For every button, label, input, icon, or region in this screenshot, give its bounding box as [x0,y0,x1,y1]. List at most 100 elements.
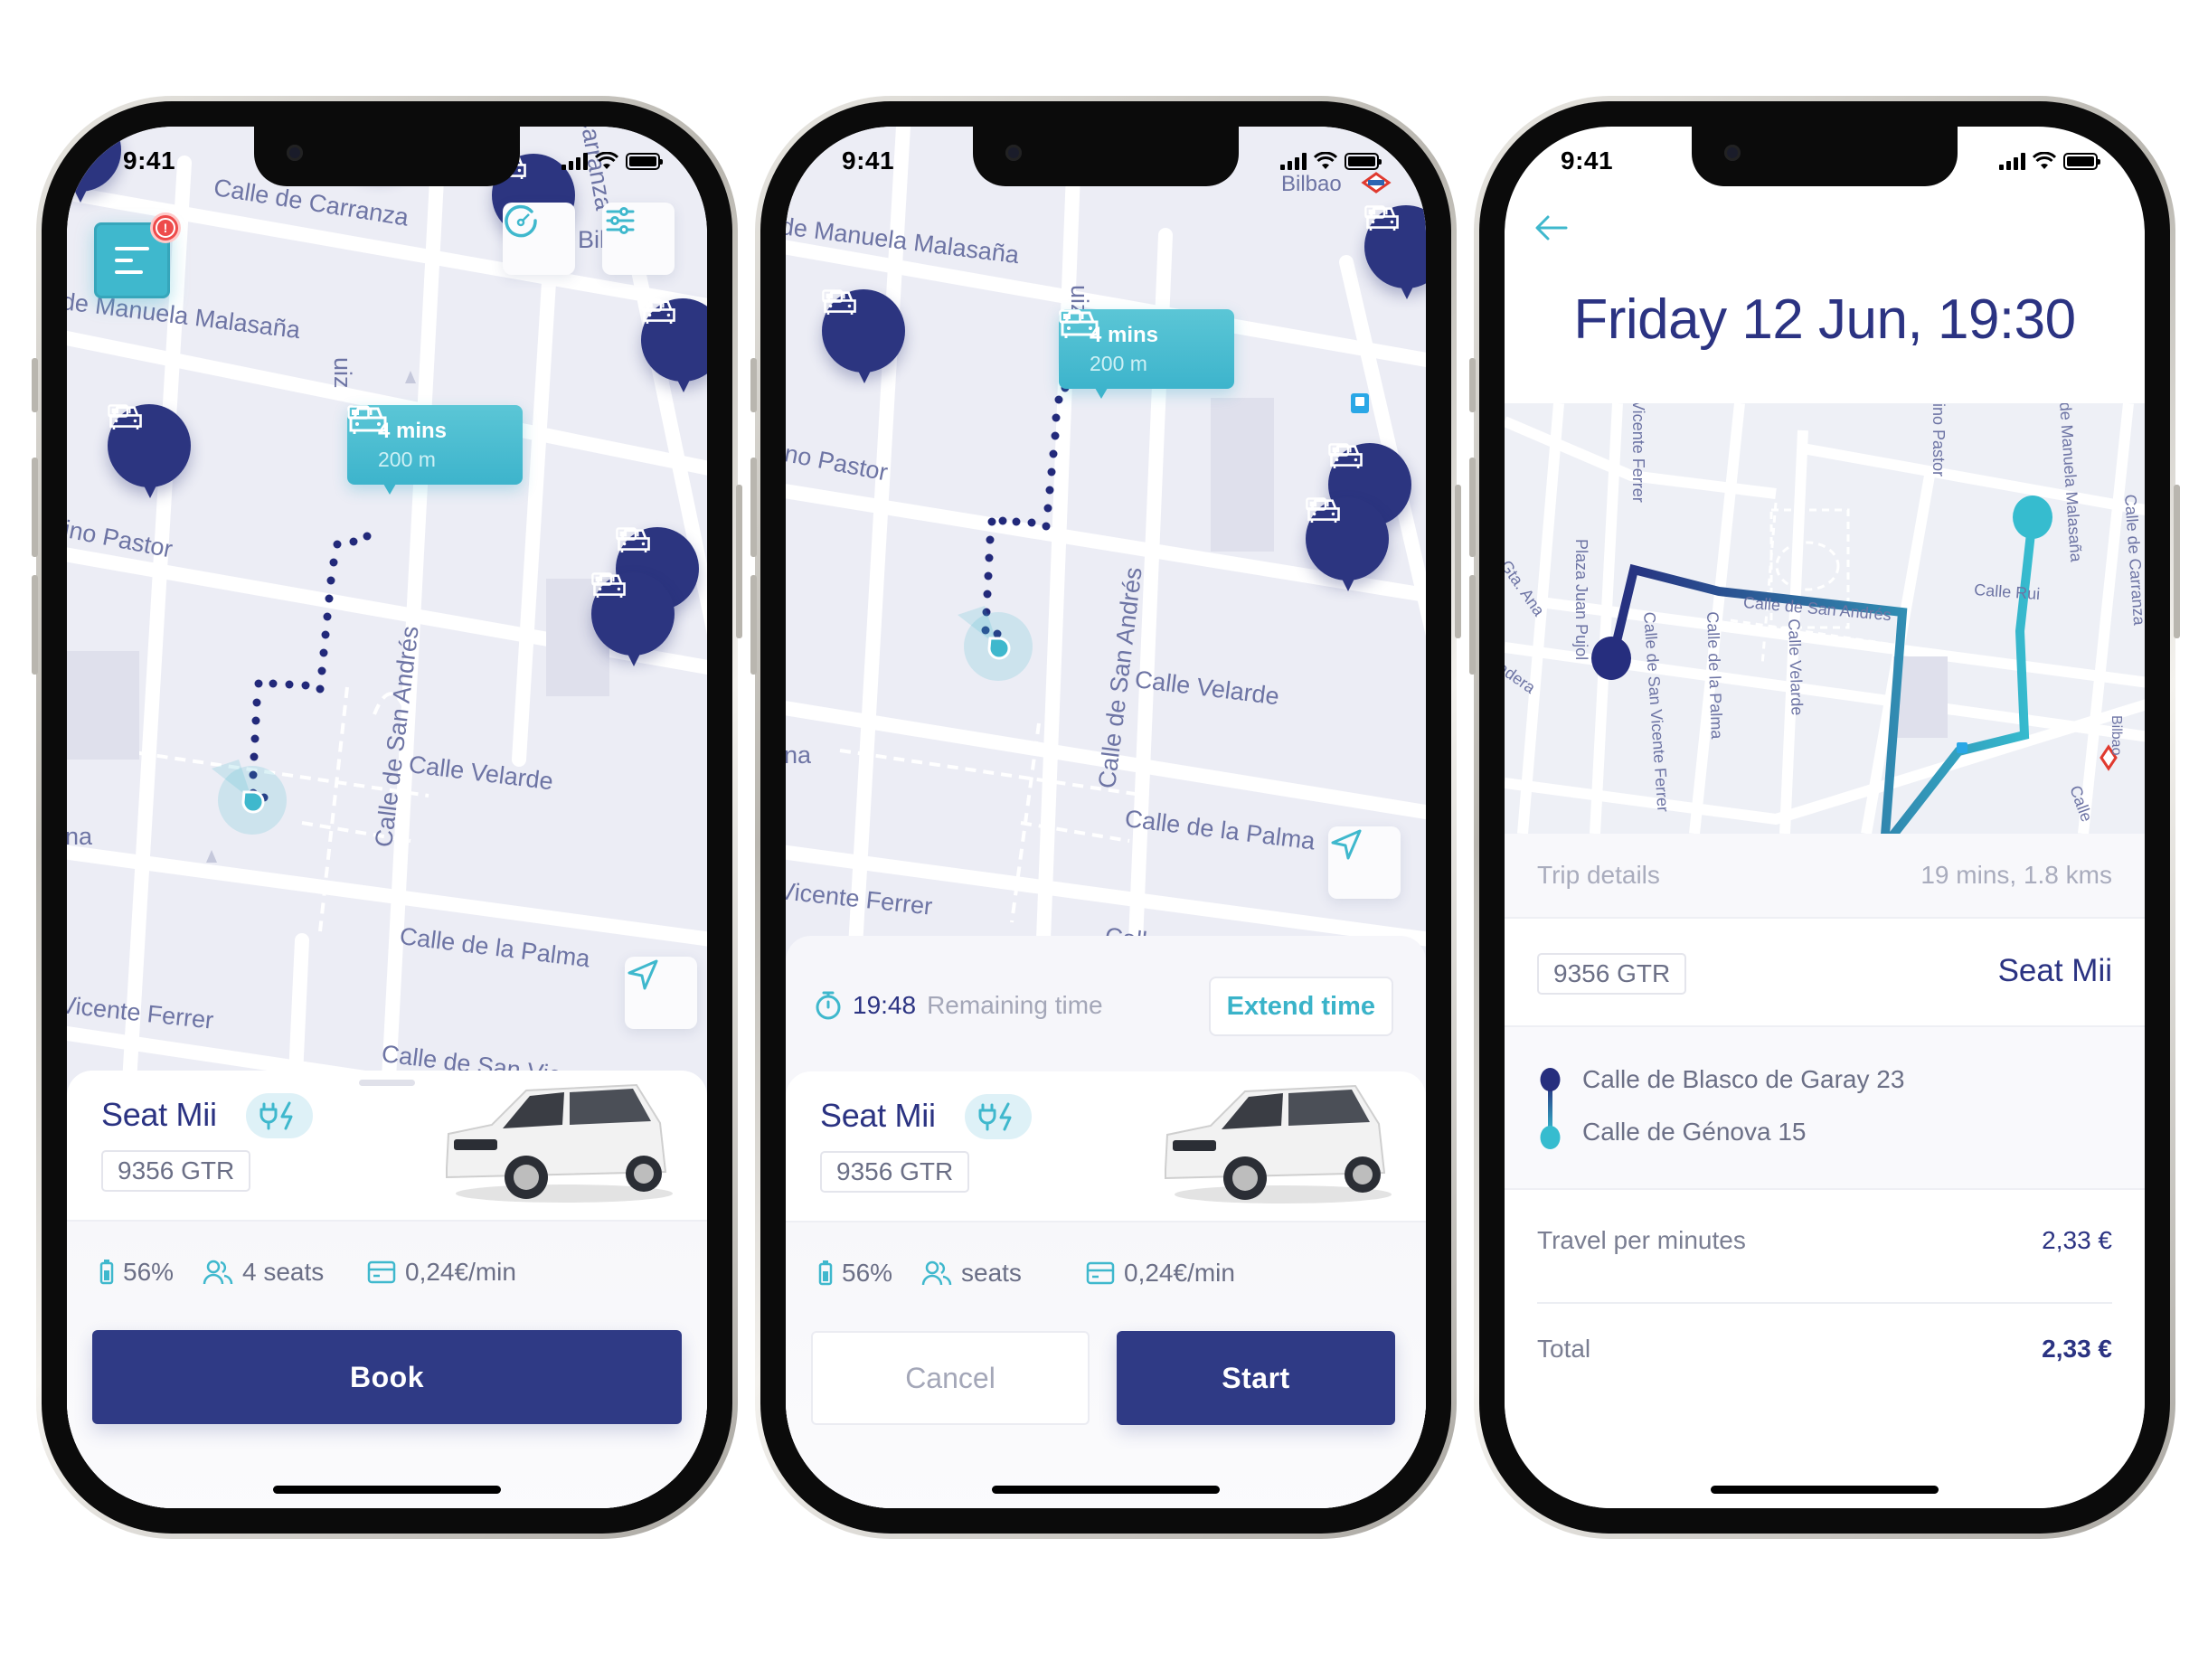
battery-stat: 56% [818,1259,892,1288]
price-stat: 0,24€/min [1086,1259,1235,1288]
seats-stat: 4 seats [203,1258,324,1287]
filters-button[interactable] [602,203,675,275]
street-label: na [67,823,93,850]
car-marker[interactable] [108,404,191,498]
home-indicator [273,1486,501,1494]
route-timeline-icon [1540,1068,1561,1149]
car-marker[interactable] [1364,205,1426,299]
ev-badge [965,1094,1032,1139]
screen-map: 9:41 Calle de Carranza de Manuela Malasa… [67,127,707,1508]
remaining-time: 19:48 Remaining time [815,990,1103,1021]
navigation-arrow-icon [1331,829,1362,860]
fare-value: 2,33 € [2042,1226,2112,1254]
users-icon [203,1260,233,1285]
status-bar: 9:41 [67,146,707,183]
alert-badge[interactable]: ! [150,212,181,243]
locate-me-button[interactable] [1328,826,1401,899]
battery-icon [99,1260,114,1285]
battery-stat: 56% [99,1258,174,1287]
cancel-button[interactable]: Cancel [811,1331,1090,1425]
car-card[interactable]: Seat Mii 9356 GTR 56% [67,1071,707,1508]
battery-icon [641,298,665,312]
trip-summary: 19 mins, 1.8 kms [1920,861,2112,889]
wifi-icon [2033,152,2056,169]
car-marker[interactable] [1306,497,1389,591]
car-marker[interactable] [641,298,707,392]
battery-status-icon [626,152,663,170]
speedometer-icon [505,204,537,238]
fare-label: Travel per minutes [1537,1226,1746,1254]
users-icon [921,1260,952,1286]
street-label: na [786,741,812,769]
car-marker[interactable] [591,572,675,666]
extend-time-button[interactable]: Extend time [1208,977,1393,1036]
screen-booked: 9:41 de Manuela Malasaña ino Pastor Call… [786,127,1426,1508]
map-label: Vicente Ferrer [1629,403,1647,503]
start-button[interactable]: Start [1117,1331,1395,1425]
bubble-distance: 200 m [378,447,436,471]
locate-me-button[interactable] [625,957,697,1029]
phone-frame-booked: 9:41 de Manuela Malasaña ino Pastor Call… [750,96,1461,1539]
wifi-icon [595,152,618,169]
car-info-section: 56% seats 0,24€/min Cancel Start [786,1221,1426,1508]
trip-start-marker [1591,637,1631,680]
selected-car-bubble[interactable]: 4 mins 200 m [347,405,523,495]
wifi-icon [1314,152,1337,169]
sliders-icon [606,207,635,234]
screen-trip-details: 9:41 Friday 12 Jun, 19:30 Vicente Ferrer… [1505,127,2145,1508]
battery-icon [822,289,845,303]
map-label: Plaza Juan Pujol [1572,539,1590,661]
battery-icon [616,527,639,541]
trip-details-header: Trip details 19 mins, 1.8 kms [1505,834,2145,919]
timer-value: 19:48 [853,991,917,1019]
route-map[interactable]: Vicente Ferrer Plaza Juan Pujol Calle de… [1505,403,2145,834]
map-label: ino Pastor [1930,403,1948,477]
car-card[interactable]: Seat Mii 9356 GTR 56% [786,1071,1426,1508]
battery-icon [108,404,131,418]
status-bar: 9:41 [786,146,1426,183]
speedometer-button[interactable] [503,203,575,275]
status-time: 9:41 [1561,146,1614,175]
sheet-grab-handle[interactable] [359,1080,415,1086]
battery-icon [1364,205,1388,219]
car-marker[interactable] [822,289,905,383]
battery-icon [818,1260,833,1286]
navigation-arrow-icon [627,959,658,990]
stopwatch-icon [816,991,841,1020]
signal-icon [1999,152,2025,170]
signal-icon [561,152,588,170]
battery-icon [1306,497,1329,511]
license-plate: 9356 GTR [101,1150,251,1192]
book-button[interactable]: Book [92,1330,682,1424]
battery-icon [347,405,373,420]
timer-label: Remaining time [927,991,1103,1019]
fare-row: Travel per minutes 2,33 € [1537,1226,2112,1304]
status-time: 9:41 [842,146,895,175]
ev-badge [246,1093,313,1138]
route-addresses: Calle de Blasco de Garay 23 Calle de Gén… [1505,1027,2145,1190]
battery-icon [1328,443,1352,457]
fare-value: 2,33 € [2042,1335,2112,1363]
car-model: Seat Mii [820,1097,936,1134]
battery-status-icon [1345,152,1382,170]
fare-row: Total 2,33 € [1537,1335,2112,1380]
license-plate: 9356 GTR [820,1151,970,1193]
fare-label: Total [1537,1335,1591,1363]
bubble-distance: 200 m [1090,351,1147,375]
selected-car-bubble[interactable]: 4 mins 200 m [1059,309,1234,399]
map-label: Bilbao [2109,715,2124,756]
battery-status-icon [2063,152,2100,170]
car-model: Seat Mii [1997,953,2112,988]
home-indicator [1711,1486,1939,1494]
user-location-icon [212,760,287,835]
battery-icon [591,572,615,586]
car-image [446,1083,673,1203]
license-plate: 9356 GTR [1537,953,1687,995]
user-location-icon [958,606,1033,681]
back-arrow-icon[interactable] [1533,213,1570,242]
phone-frame-trip: 9:41 Friday 12 Jun, 19:30 Vicente Ferrer… [1469,96,2180,1539]
trip-vehicle-row: 9356 GTR Seat Mii [1505,919,2145,1027]
car-model: Seat Mii [101,1096,217,1133]
battery-icon [1059,309,1084,324]
trip-end-marker [2013,496,2052,539]
